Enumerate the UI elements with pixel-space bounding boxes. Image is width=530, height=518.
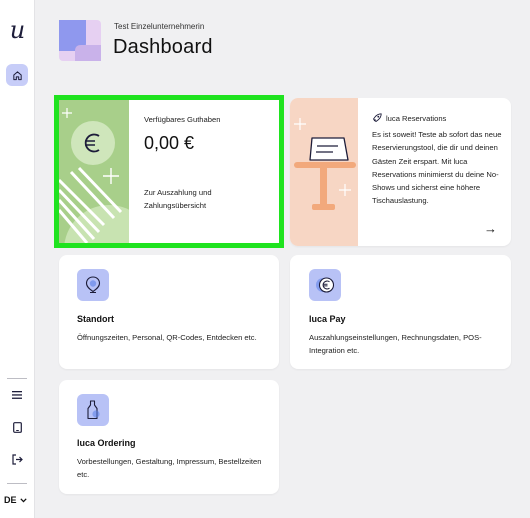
balance-label: Verfügbares Guthaben: [144, 115, 221, 124]
arrow-right-icon[interactable]: →: [484, 221, 497, 236]
rocket-icon: [373, 113, 382, 122]
company-avatar: [59, 20, 101, 61]
luca-ordering-card[interactable]: luca Ordering Vorbestellungen, Gestaltun…: [59, 380, 279, 494]
luca-pay-description: Auszahlungseinstellungen, Rechnungsdaten…: [309, 333, 482, 355]
home-icon: [12, 70, 22, 80]
luca-pay-title: luca Pay: [309, 314, 346, 324]
sidebar-divider: [7, 483, 27, 484]
home-nav-button[interactable]: [6, 64, 28, 86]
hamburger-menu-icon: [12, 391, 22, 399]
reservations-title: luca Reservations: [386, 113, 447, 123]
location-card[interactable]: Standort Öffnungszeiten, Personal, QR-Co…: [59, 255, 279, 369]
company-name: Test Einzelunternehmerin: [114, 22, 205, 31]
language-label: DE: [4, 495, 17, 505]
location-description: Öffnungszeiten, Personal, QR-Codes, Entd…: [77, 333, 257, 342]
tablet-icon: [12, 421, 22, 433]
luca-pay-card[interactable]: luca Pay Auszahlungseinstellungen, Rechn…: [290, 255, 511, 369]
luca-ordering-description: Vorbestellungen, Gestaltung, Impressum, …: [77, 457, 262, 479]
luca-logo[interactable]: u: [0, 16, 35, 44]
chevron-down-icon: [19, 497, 27, 502]
logout-icon: [11, 453, 23, 465]
logout-button[interactable]: [7, 450, 27, 468]
sidebar: u DE: [0, 0, 35, 518]
menu-button[interactable]: [7, 386, 27, 404]
page-title: Dashboard: [113, 36, 213, 58]
luca-pay-icon-box: [309, 269, 341, 301]
euro-icon: [84, 133, 100, 153]
reservations-illustration: [290, 98, 358, 246]
device-button[interactable]: [7, 418, 27, 436]
luca-ordering-icon-box: [77, 394, 109, 426]
sidebar-divider: [7, 378, 27, 379]
language-select[interactable]: DE: [4, 495, 27, 505]
balance-illustration: [59, 100, 129, 243]
location-pin-icon: [85, 276, 101, 294]
reservations-card[interactable]: luca Reservations Es ist soweit! Teste a…: [290, 98, 511, 246]
location-title: Standort: [77, 314, 114, 324]
bottle-icon: [87, 400, 100, 420]
reservations-description: Es ist soweit! Teste ab sofort das neue …: [372, 130, 502, 206]
balance-card[interactable]: Verfügbares Guthaben 0,00 € Zur Auszahlu…: [54, 95, 284, 248]
balance-amount: 0,00 €: [144, 133, 195, 153]
luca-ordering-title: luca Ordering: [77, 438, 136, 448]
location-icon-box: [77, 269, 109, 301]
euro-coin-icon: [316, 277, 335, 293]
payout-overview-link[interactable]: Zur Auszahlung und Zahlungsübersicht: [144, 186, 264, 212]
reservations-heading: luca Reservations: [372, 113, 446, 123]
